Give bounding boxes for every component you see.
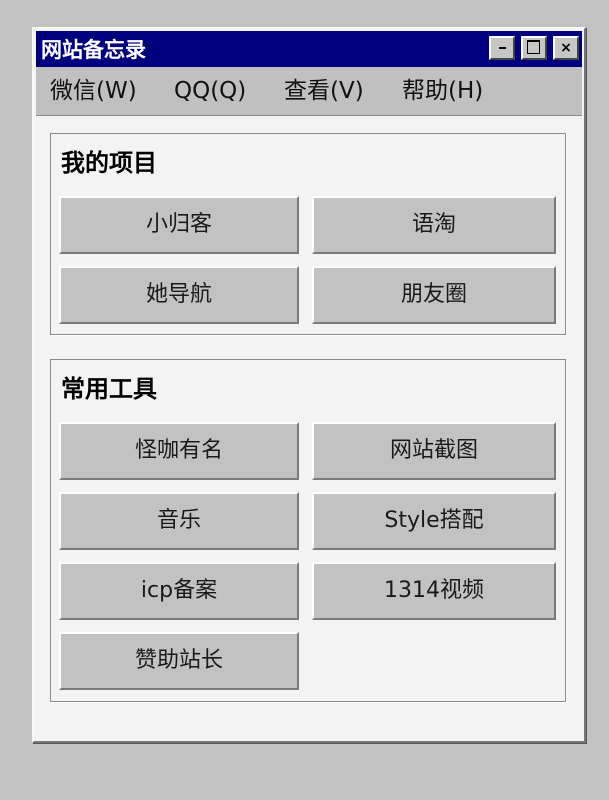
tool-button-icp[interactable]: icp备案 [59, 562, 299, 620]
menu-bar: 微信(W) QQ(Q) 查看(V) 帮助(H) [36, 67, 582, 116]
tool-button-music[interactable]: 音乐 [59, 492, 299, 550]
tool-button-style[interactable]: Style搭配 [312, 492, 556, 550]
menu-item-help[interactable]: 帮助(H) [402, 77, 483, 105]
project-button-pengyouquan[interactable]: 朋友圈 [312, 266, 556, 324]
tool-button-screenshot[interactable]: 网站截图 [312, 422, 556, 480]
common-tools-group: 常用工具 怪咖有名 网站截图 音乐 Style搭配 icp备案 1314视频 赞… [50, 359, 566, 702]
minimize-button[interactable] [489, 36, 515, 60]
project-button-tadaohang[interactable]: 她导航 [59, 266, 299, 324]
tool-button-sponsor[interactable]: 赞助站长 [59, 632, 299, 690]
window-title: 网站备忘录 [41, 38, 146, 62]
maximize-button[interactable] [521, 36, 547, 60]
project-button-yutao[interactable]: 语淘 [312, 196, 556, 254]
my-projects-group: 我的项目 小归客 语淘 她导航 朋友圈 [50, 133, 566, 335]
menu-item-wechat[interactable]: 微信(W) [50, 77, 137, 105]
title-bar[interactable]: 网站备忘录 × [36, 31, 582, 67]
project-button-xiaoguike[interactable]: 小归客 [59, 196, 299, 254]
tool-button-guaika[interactable]: 怪咖有名 [59, 422, 299, 480]
app-window: 网站备忘录 × 微信(W) QQ(Q) 查看(V) 帮助(H) 我的项目 小归客… [32, 27, 586, 743]
maximize-icon [527, 40, 540, 54]
tool-button-1314-video[interactable]: 1314视频 [312, 562, 556, 620]
common-tools-title: 常用工具 [61, 375, 157, 403]
close-icon: × [560, 40, 572, 56]
close-button[interactable]: × [553, 36, 579, 60]
menu-item-view[interactable]: 查看(V) [284, 77, 364, 105]
menu-item-qq[interactable]: QQ(Q) [174, 77, 246, 105]
minimize-icon [499, 47, 506, 49]
my-projects-title: 我的项目 [61, 149, 157, 177]
